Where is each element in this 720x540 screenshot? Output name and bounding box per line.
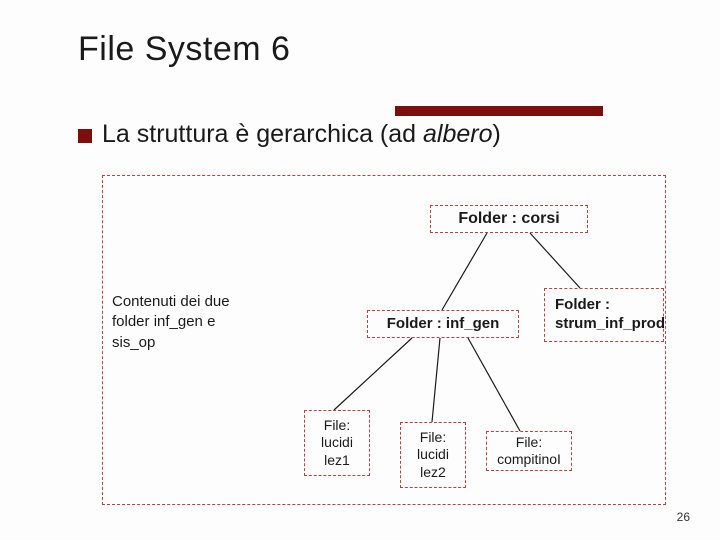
page-number: 26 [677,510,690,524]
bullet-part-c: ) [493,120,501,148]
side-caption: Contenuti dei due folder inf_gen e sis_o… [102,286,272,359]
slide: File System 6 La struttura è gerarchica … [0,0,720,540]
tree-diagram: Contenuti dei due folder inf_gen e sis_o… [102,175,666,505]
node-folder-strum: Folder : strum_inf_prod [544,288,664,342]
node-folder-corsi: Folder : corsi [430,205,588,233]
node-file-lez2: File: lucidi lez2 [400,422,466,488]
bullet-text: La struttura è gerarchica (ad albero) [102,120,501,149]
title-underline [395,106,603,116]
bullet-part-a: La struttura è gerarchica (ad [102,120,423,148]
node-folder-infgen: Folder : inf_gen [367,310,519,338]
bullet-part-italic: albero [423,120,493,148]
bullet-item: La struttura è gerarchica (ad albero) [78,120,501,149]
square-bullet-icon [78,129,92,143]
node-file-compitino: File: compitinoI [486,431,572,471]
node-file-lez1: File: lucidi lez1 [304,410,370,476]
slide-title: File System 6 [78,30,290,69]
